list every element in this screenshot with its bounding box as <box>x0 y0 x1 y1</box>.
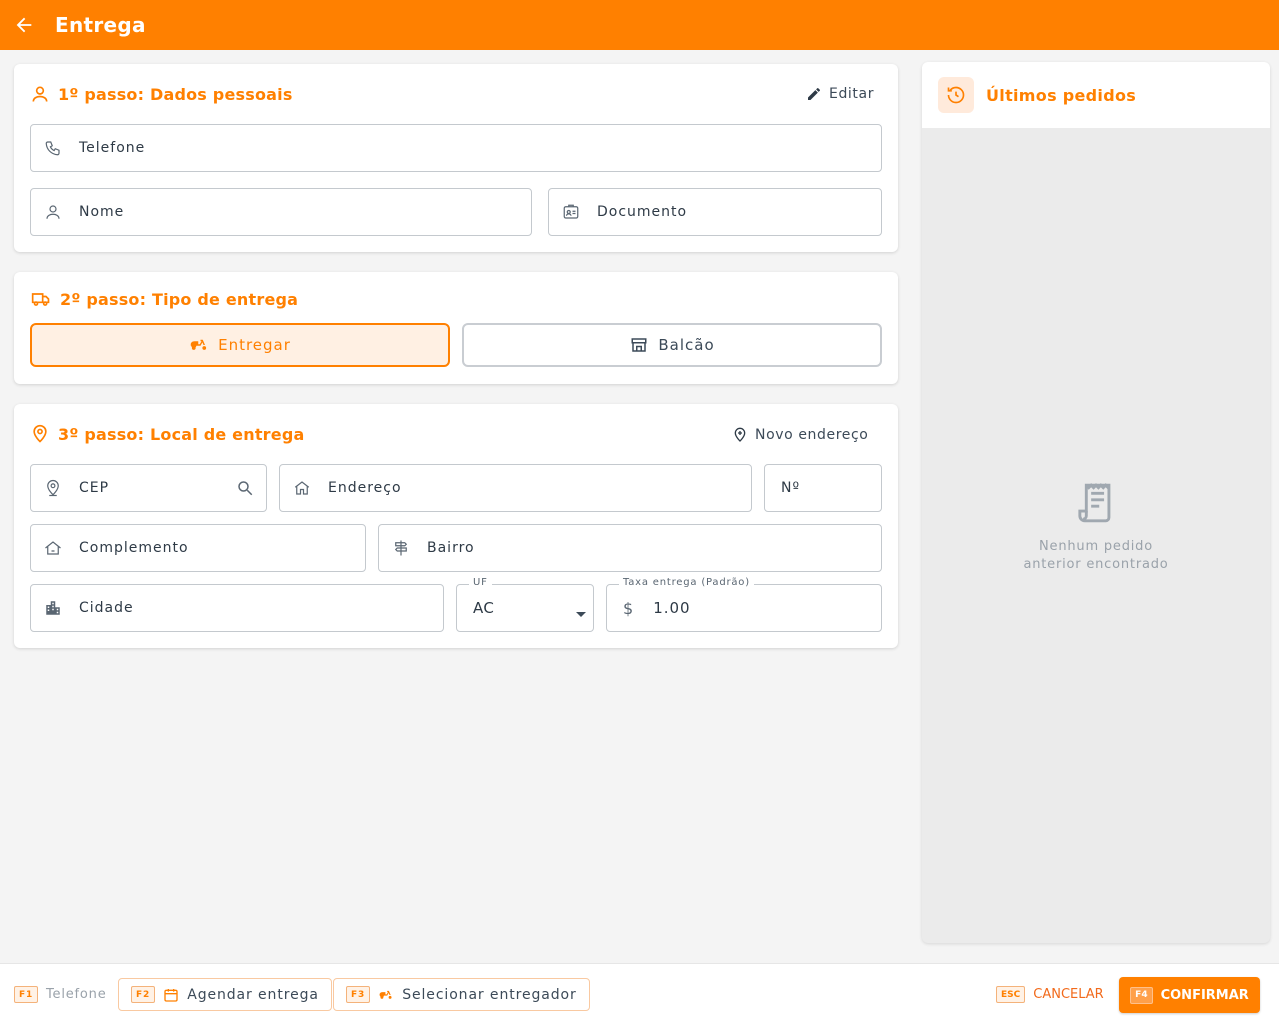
city-placeholder: Cidade <box>79 600 134 616</box>
phone-field[interactable]: Telefone <box>30 124 882 172</box>
edit-label: Editar <box>829 86 875 102</box>
phone-icon <box>43 138 63 158</box>
delivery-option-entregar[interactable]: Entregar <box>30 323 450 367</box>
last-orders-title: Últimos pedidos <box>986 85 1137 105</box>
confirm-button[interactable]: F4 CONFIRMAR <box>1119 977 1260 1013</box>
uf-label: UF <box>469 577 492 588</box>
empty-state: Nenhum pedido anterior encontrado <box>922 482 1270 574</box>
user-icon <box>43 202 63 222</box>
map-pin-plus-icon <box>734 427 746 442</box>
id-card-icon <box>561 202 581 222</box>
shortcut-phone[interactable]: F1 Telefone <box>14 986 107 1003</box>
neighborhood-field[interactable]: Bairro <box>378 524 882 572</box>
step3-title: 3º passo: Local de entrega <box>58 424 305 444</box>
delivery-option-label: Entregar <box>218 336 291 354</box>
back-button[interactable] <box>4 5 44 45</box>
shortcut-key: F2 <box>131 986 156 1003</box>
truck-icon <box>31 293 50 306</box>
page-title: Entrega <box>55 13 146 37</box>
shortcut-key: F1 <box>14 986 39 1003</box>
name-placeholder: Nome <box>79 204 125 220</box>
store-icon <box>631 338 647 352</box>
name-field[interactable]: Nome <box>30 188 532 236</box>
arrow-left-icon <box>16 17 32 33</box>
new-address-label: Novo endereço <box>755 427 869 443</box>
empty-message: Nenhum pedido anterior encontrado <box>1023 538 1168 574</box>
shortcut-label: Telefone <box>46 987 107 1002</box>
step1-header: 1º passo: Dados pessoais <box>30 84 293 104</box>
schedule-delivery-button[interactable]: F2 Agendar entrega <box>118 978 332 1011</box>
address-placeholder: Endereço <box>328 480 402 496</box>
cep-field[interactable]: CEP <box>30 464 267 512</box>
house-outline-icon <box>43 538 63 558</box>
phone-placeholder: Telefone <box>79 140 146 156</box>
uf-value: AC <box>473 599 495 617</box>
empty-line-1: Nenhum pedido <box>1039 539 1153 554</box>
edit-button[interactable]: Editar <box>806 86 874 102</box>
empty-line-2: anterior encontrado <box>1023 557 1169 572</box>
delivery-fee-label: Taxa entrega (Padrão) <box>619 577 754 588</box>
shortcut-key: F3 <box>346 986 371 1003</box>
buildings-icon <box>43 598 63 618</box>
document-field[interactable]: Documento <box>548 188 882 236</box>
footer-bar: F1 Telefone F2 Agendar entrega F3 Seleci… <box>0 963 1279 1023</box>
currency-symbol: $ <box>623 598 634 618</box>
complement-placeholder: Complemento <box>79 540 189 556</box>
shortcut-label: Selecionar entregador <box>402 986 577 1003</box>
home-icon <box>292 478 312 498</box>
delivery-option-balcao[interactable]: Balcão <box>462 323 882 367</box>
shortcut-label: Agendar entrega <box>187 986 319 1003</box>
map-pin-icon <box>33 424 47 443</box>
confirm-label: CONFIRMAR <box>1160 987 1249 1003</box>
cancel-button[interactable]: ESC CANCELAR <box>996 986 1104 1003</box>
address-field[interactable]: Endereço <box>279 464 752 512</box>
step3-header: 3º passo: Local de entrega <box>30 424 304 444</box>
receipt-icon <box>1078 483 1111 523</box>
shortcut-key: ESC <box>996 986 1026 1003</box>
delivery-fee-value: 1.00 <box>653 599 691 617</box>
number-field[interactable]: Nº <box>764 464 882 512</box>
uf-select[interactable]: UF AC <box>456 577 594 632</box>
document-placeholder: Documento <box>597 204 688 220</box>
map-pin-icon <box>43 478 63 498</box>
step2-header: 2º passo: Tipo de entrega <box>30 289 298 309</box>
last-orders-panel: Últimos pedidos Nenhum pedido anterior e… <box>922 62 1270 943</box>
delivery-type-card: 2º passo: Tipo de entrega Entregar Balcã… <box>14 272 898 384</box>
cep-placeholder: CEP <box>79 480 110 496</box>
new-address-button[interactable]: Novo endereço <box>732 426 868 444</box>
personal-data-card: 1º passo: Dados pessoais Editar Telefone… <box>14 64 898 252</box>
delivery-option-label: Balcão <box>658 336 715 354</box>
delivery-address-card: 3º passo: Local de entrega Novo endereço… <box>14 404 898 648</box>
complement-field[interactable]: Complemento <box>30 524 366 572</box>
number-placeholder: Nº <box>781 480 801 496</box>
select-courier-button[interactable]: F3 Selecionar entregador <box>333 978 590 1011</box>
step2-title: 2º passo: Tipo de entrega <box>60 289 299 309</box>
delivery-fee-field[interactable]: Taxa entrega (Padrão) $ 1.00 <box>606 577 882 632</box>
neighborhood-placeholder: Bairro <box>427 540 475 556</box>
user-icon <box>32 86 48 102</box>
cancel-label: CANCELAR <box>1033 987 1104 1002</box>
scooter-icon <box>379 990 392 999</box>
shortcut-key: F4 <box>1130 986 1153 1004</box>
city-field[interactable]: Cidade <box>30 584 444 632</box>
app-bar: Entrega <box>0 0 1279 50</box>
calendar-icon <box>164 988 178 1002</box>
search-icon[interactable] <box>236 479 254 501</box>
step1-title: 1º passo: Dados pessoais <box>58 84 293 104</box>
caret-down-icon <box>575 604 587 623</box>
last-orders-header: Últimos pedidos <box>922 62 1270 128</box>
pencil-icon <box>808 87 820 100</box>
scooter-icon <box>190 339 207 350</box>
history-icon <box>938 77 974 113</box>
signpost-icon <box>391 538 411 558</box>
